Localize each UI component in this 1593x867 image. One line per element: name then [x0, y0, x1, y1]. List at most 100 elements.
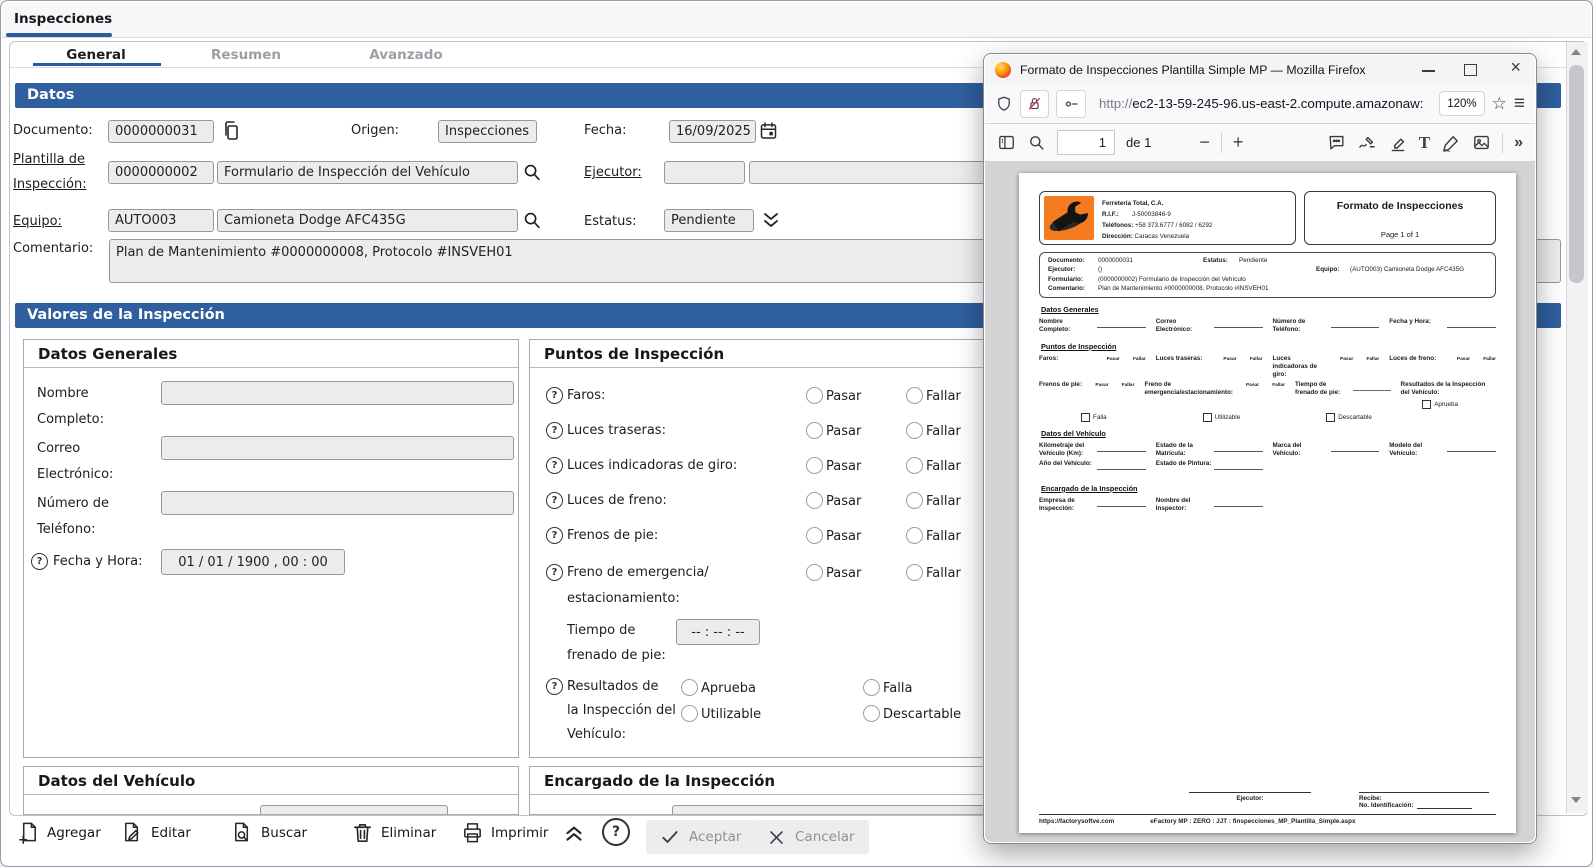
- copy-icon[interactable]: [220, 118, 242, 144]
- pdf-field-line: [1213, 460, 1263, 470]
- page-number-input[interactable]: 1: [1057, 130, 1115, 155]
- eliminar-button[interactable]: Eliminar: [351, 819, 436, 847]
- tab-general[interactable]: General: [31, 47, 161, 63]
- firefox-titlebar[interactable]: Formato de Inspecciones Plantilla Simple…: [985, 55, 1535, 85]
- connection-not-secure-chip[interactable]: [1020, 89, 1049, 118]
- editar-button[interactable]: Editar: [121, 819, 191, 847]
- estatus-input[interactable]: Pendiente: [664, 209, 754, 232]
- plantilla-code-input[interactable]: 0000000002: [108, 161, 214, 184]
- signature-tool-icon[interactable]: [1357, 133, 1377, 153]
- buscar-button[interactable]: Buscar: [231, 819, 307, 847]
- help-button[interactable]: ?: [602, 818, 630, 846]
- help-icon[interactable]: ?: [546, 492, 563, 509]
- vehiculo-field-input[interactable]: [260, 805, 448, 814]
- imprimir-button[interactable]: Imprimir: [461, 819, 548, 847]
- pdf-info-label: Formulario:: [1048, 275, 1083, 283]
- nombre-completo-input[interactable]: [161, 381, 514, 405]
- scroll-up-arrow[interactable]: [1571, 49, 1581, 55]
- correo-input[interactable]: [161, 436, 514, 460]
- collapse-toolbar-icon[interactable]: [561, 819, 587, 845]
- chevron-double-down-icon[interactable]: [759, 207, 783, 233]
- close-button[interactable]: ×: [1510, 57, 1521, 78]
- freno-emergencia-pasar-radio[interactable]: [806, 564, 823, 581]
- origen-input[interactable]: Inspecciones: [438, 120, 537, 143]
- divider: [1220, 132, 1222, 153]
- help-icon[interactable]: ?: [546, 457, 563, 474]
- datos-vehiculo-title: Datos del Vehículo: [24, 767, 518, 795]
- telefono-input[interactable]: [161, 491, 514, 515]
- equipo-code-input[interactable]: AUTO003: [108, 209, 214, 232]
- equipo-label[interactable]: Equipo:: [13, 214, 62, 229]
- encargado-field-input[interactable]: [672, 805, 1002, 814]
- freno-emergencia-fallar-radio[interactable]: [906, 564, 923, 581]
- calendar-icon[interactable]: [758, 119, 779, 143]
- tab-resumen[interactable]: Resumen: [181, 47, 311, 63]
- luces-giro-fallar-radio[interactable]: [906, 457, 923, 474]
- help-icon[interactable]: ?: [546, 422, 563, 439]
- fecha-hora-input[interactable]: 01 / 01 / 1900 , 00 : 00: [161, 549, 345, 575]
- frenos-pie-fallar-radio[interactable]: [906, 527, 923, 544]
- datos-generales-title: Datos Generales: [24, 340, 518, 368]
- luces-traseras-fallar-radio[interactable]: [906, 422, 923, 439]
- plantilla-name-input[interactable]: Formulario de Inspección del Vehículo: [217, 161, 518, 184]
- documento-input[interactable]: 0000000031: [108, 120, 214, 143]
- pdf-search-icon[interactable]: [1027, 133, 1046, 152]
- image-tool-icon[interactable]: [1472, 133, 1491, 152]
- scrollbar-thumb[interactable]: [1569, 65, 1584, 283]
- plantilla-search-icon[interactable]: [521, 160, 543, 184]
- luces-freno-pasar-radio[interactable]: [806, 492, 823, 509]
- permissions-icon: [1065, 100, 1078, 107]
- tiempo-frenado-input[interactable]: -- : -- : --: [676, 619, 760, 645]
- luces-freno-fallar-radio[interactable]: [906, 492, 923, 509]
- pdf-viewport[interactable]: Ferretería Total, C.A. R.I.F.: J-50003846…: [985, 161, 1535, 842]
- plantilla-label-line1[interactable]: Plantilla de: [13, 152, 85, 167]
- help-icon[interactable]: ?: [546, 564, 563, 581]
- faros-fallar-radio[interactable]: [906, 387, 923, 404]
- scroll-down-arrow[interactable]: [1571, 797, 1581, 803]
- equipo-name-input[interactable]: Camioneta Dodge AFC435G: [217, 209, 518, 232]
- luces-giro-pasar-radio[interactable]: [806, 457, 823, 474]
- fallar-label: Fallar: [926, 566, 961, 581]
- luces-traseras-pasar-radio[interactable]: [806, 422, 823, 439]
- utilizable-label: Utilizable: [701, 707, 762, 722]
- ejecutor-label[interactable]: Ejecutor:: [584, 165, 642, 180]
- tab-inspecciones[interactable]: Inspecciones: [14, 11, 112, 27]
- ejecutor-code-input[interactable]: [664, 161, 745, 184]
- bookmark-star-icon[interactable]: ☆: [1492, 94, 1507, 114]
- pdf-info-value: (): [1098, 266, 1103, 274]
- maximize-button[interactable]: [1464, 64, 1477, 76]
- help-icon[interactable]: ?: [546, 678, 563, 695]
- faros-pasar-radio[interactable]: [806, 387, 823, 404]
- zoom-in-icon[interactable]: +: [1233, 132, 1244, 153]
- aprueba-radio[interactable]: [681, 679, 698, 696]
- equipo-search-icon[interactable]: [521, 208, 543, 232]
- help-icon[interactable]: ?: [546, 527, 563, 544]
- more-tools-icon[interactable]: »: [1514, 134, 1523, 152]
- fecha-input[interactable]: 16/09/2025: [669, 120, 756, 143]
- falla-radio[interactable]: [863, 679, 880, 696]
- highlighter-tool-icon[interactable]: [1388, 133, 1408, 153]
- frenos-pie-pasar-radio[interactable]: [806, 527, 823, 544]
- permissions-chip[interactable]: [1056, 89, 1086, 118]
- sidebar-toggle-icon[interactable]: [997, 133, 1016, 152]
- minimize-button[interactable]: [1422, 70, 1435, 72]
- zoom-out-icon[interactable]: −: [1199, 132, 1210, 153]
- pdf-check-falla: Falla: [1081, 412, 1107, 422]
- tab-avanzado[interactable]: Avanzado: [341, 47, 471, 63]
- cancelar-button[interactable]: Cancelar: [753, 820, 869, 854]
- draw-tool-icon[interactable]: [1441, 133, 1461, 153]
- help-icon[interactable]: ?: [546, 387, 563, 404]
- menu-hamburger-icon[interactable]: ≡: [1514, 93, 1525, 115]
- shield-icon[interactable]: [995, 94, 1013, 114]
- agregar-button[interactable]: Agregar: [17, 819, 101, 847]
- plantilla-label-line2[interactable]: Inspección:: [13, 177, 87, 192]
- help-icon[interactable]: ?: [31, 553, 48, 570]
- text-tool-icon[interactable]: T: [1419, 133, 1430, 153]
- comment-tool-icon[interactable]: [1327, 133, 1346, 152]
- aceptar-button[interactable]: Aceptar: [646, 820, 756, 854]
- url-field[interactable]: http://ec2-13-59-245-96.us-east-2.comput…: [1099, 96, 1432, 111]
- pdf-info-label: Comentario:: [1048, 285, 1086, 293]
- zoom-level-badge[interactable]: 120%: [1439, 91, 1485, 116]
- descartable-radio[interactable]: [863, 705, 880, 722]
- utilizable-radio[interactable]: [681, 705, 698, 722]
